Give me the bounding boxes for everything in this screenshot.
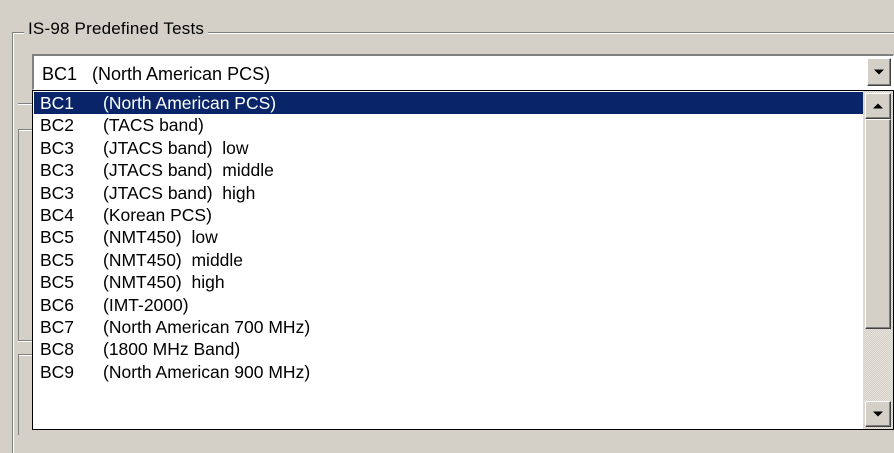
scroll-up-button[interactable] <box>865 93 891 119</box>
option-description: (IMT-2000) <box>103 294 189 315</box>
option-code: BC7 <box>40 317 75 337</box>
option-code: BC9 <box>40 361 75 382</box>
dropdown-option[interactable]: BC5 (NMT450) low <box>34 226 863 248</box>
dropdown-option[interactable]: BC5 (NMT450) middle <box>34 249 863 271</box>
option-description: (TACS band) <box>103 115 204 136</box>
dropdown-option[interactable]: BC7 (North American 700 MHz) <box>34 316 863 338</box>
option-code: BC5 <box>40 227 75 248</box>
dropdown-option[interactable]: BC3 (JTACS band) high <box>34 182 863 204</box>
scroll-up-arrow-icon <box>873 103 883 109</box>
band-class-combobox[interactable]: BC1 (North American PCS) <box>32 54 894 90</box>
dropdown-items: BC1 (North American PCS) BC2 (TACS band) BC3… <box>33 91 863 429</box>
option-description: (Korean PCS) <box>103 205 212 225</box>
option-description: (NMT450) low <box>103 227 218 248</box>
dropdown-option[interactable]: BC8 (1800 MHz Band) <box>34 338 863 360</box>
option-code: BC8 <box>40 339 75 360</box>
option-code: BC5 <box>40 249 75 270</box>
option-description: (NMT450) middle <box>103 249 244 270</box>
option-description: (1800 MHz Band) <box>103 339 241 360</box>
option-description: (NMT450) high <box>103 272 225 293</box>
option-description: (JTACS band) high <box>103 182 256 203</box>
option-description: (North American 700 MHz) <box>103 317 311 337</box>
band-class-dropdown-list[interactable]: BC1 (North American PCS) BC2 (TACS band) BC3… <box>32 90 894 430</box>
dropdown-option[interactable]: BC3 (JTACS band) middle <box>34 159 863 181</box>
dropdown-option[interactable]: BC9 (North American 900 MHz) <box>34 361 863 383</box>
chevron-down-icon <box>874 69 884 75</box>
dropdown-option[interactable]: BC2 (TACS band) <box>34 114 863 136</box>
option-description: (JTACS band) middle <box>103 160 274 181</box>
option-code: BC5 <box>40 272 75 293</box>
scrollbar-thumb[interactable] <box>865 119 891 329</box>
dropdown-scrollbar[interactable] <box>863 91 893 429</box>
dropdown-option[interactable]: BC4 (Korean PCS) <box>34 204 863 226</box>
option-code: BC4 <box>40 205 75 225</box>
option-code: BC3 <box>40 182 75 203</box>
combo-dropdown-button[interactable] <box>867 58 891 86</box>
option-code: BC2 <box>40 115 75 136</box>
dropdown-option[interactable]: BC1 (North American PCS) <box>34 92 863 114</box>
option-code: BC3 <box>40 160 75 181</box>
scroll-down-button[interactable] <box>865 401 891 427</box>
option-code: BC1 <box>40 93 75 113</box>
option-description: (North American 900 MHz) <box>103 361 311 382</box>
combo-selected-value: BC1 (North American PCS) <box>42 64 271 84</box>
option-description: (North American PCS) <box>103 93 277 113</box>
dropdown-option[interactable]: BC3 (JTACS band) low <box>34 137 863 159</box>
option-code: BC3 <box>40 137 75 158</box>
dropdown-option[interactable]: BC6 (IMT-2000) <box>34 294 863 316</box>
scroll-down-arrow-icon <box>873 411 883 417</box>
groupbox-title: IS-98 Predefined Tests <box>24 18 209 40</box>
dropdown-option[interactable]: BC5 (NMT450) high <box>34 271 863 293</box>
option-description: (JTACS band) low <box>103 137 249 158</box>
option-code: BC6 <box>40 294 75 315</box>
